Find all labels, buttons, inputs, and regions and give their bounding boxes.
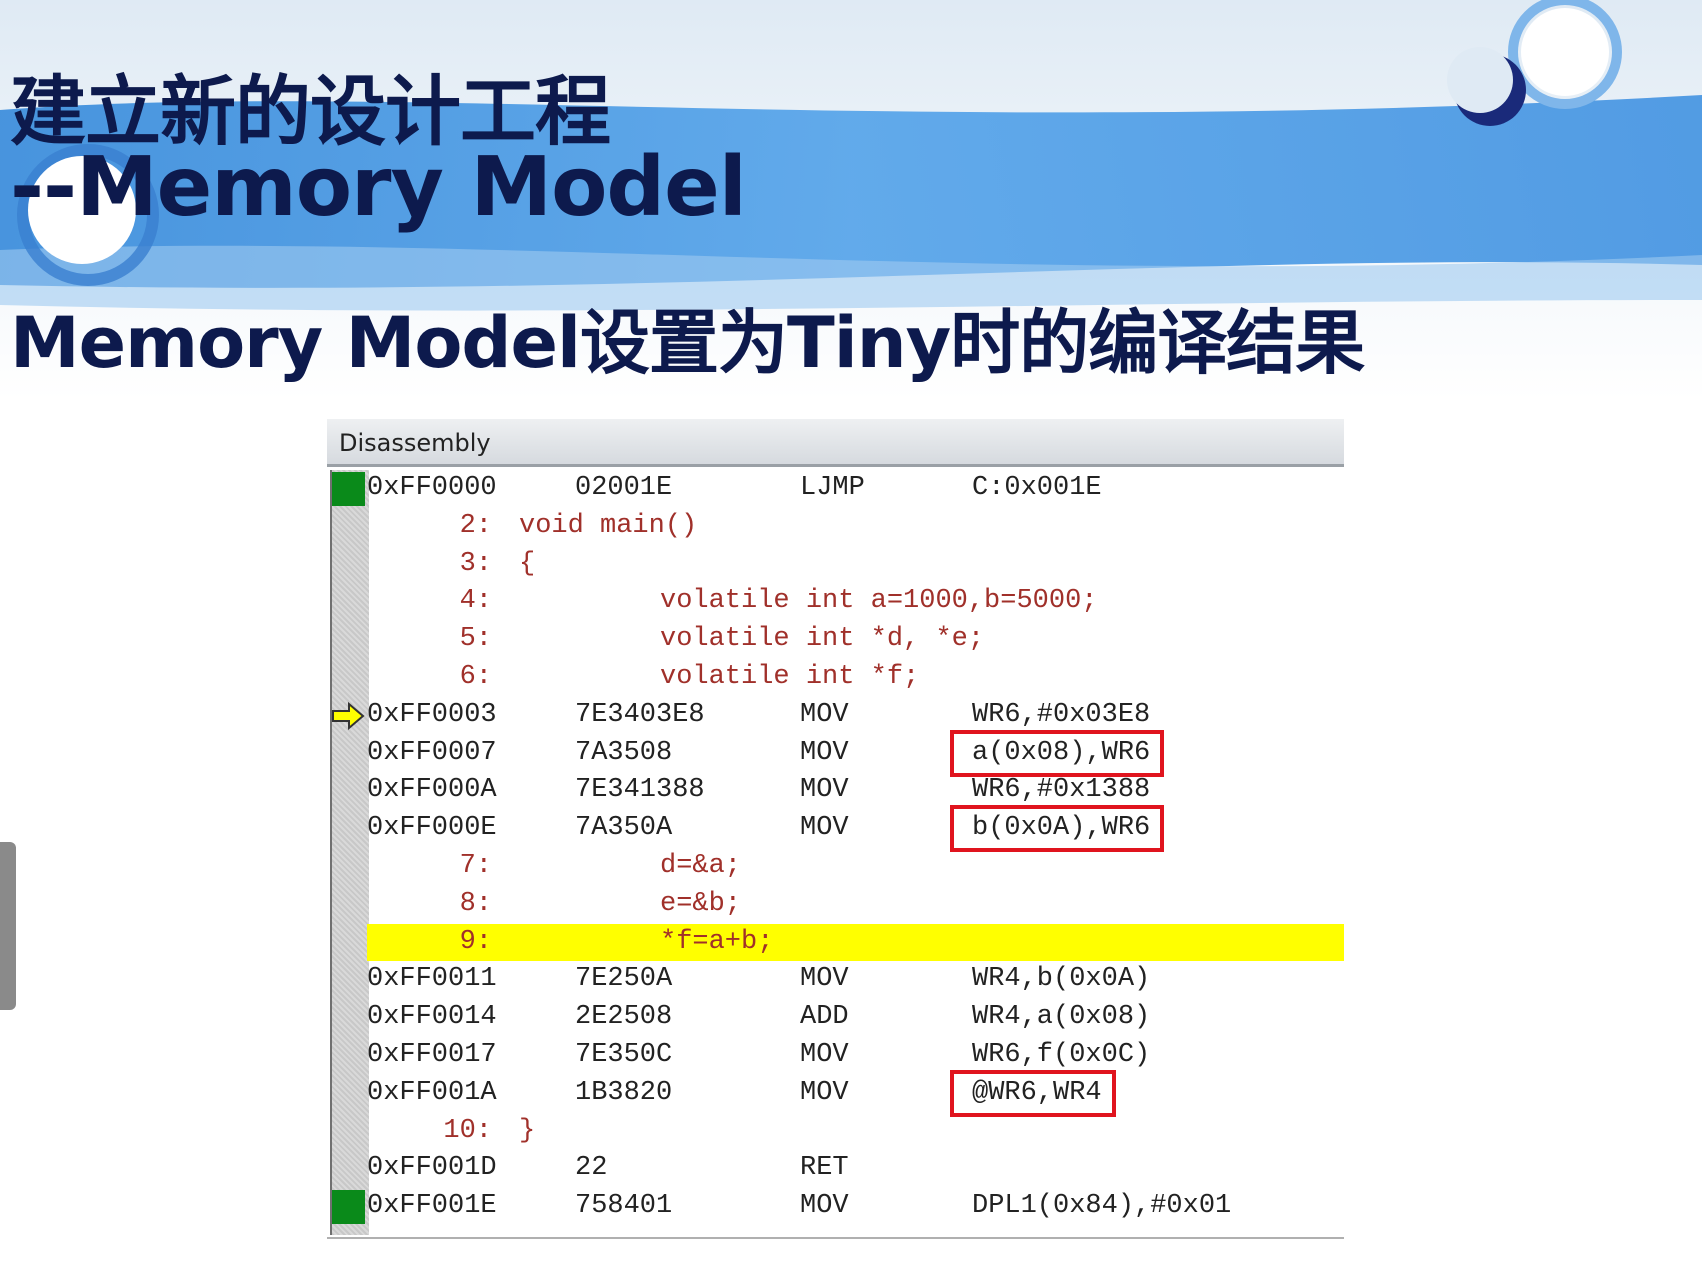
source-line-number: 7: bbox=[459, 850, 492, 881]
source-line-number: 4: bbox=[459, 586, 492, 617]
asm-row[interactable]: 0xFF0017 7E350C MOV WR6,f(0x0C) bbox=[367, 1037, 1344, 1075]
side-scroll-handle[interactable] bbox=[0, 842, 16, 1010]
source-code-text: *f=a+b; bbox=[660, 926, 774, 957]
source-code-text: e=&b; bbox=[660, 888, 742, 919]
asm-mnemonic: MOV bbox=[800, 1077, 849, 1108]
window-bottom-border bbox=[327, 1237, 1344, 1239]
asm-operands: DPL1(0x84),#0x01 bbox=[972, 1191, 1232, 1222]
source-line-number: 5: bbox=[459, 624, 492, 655]
source-row[interactable]: 2: void main() bbox=[367, 508, 1344, 546]
asm-row[interactable]: 0xFF0007 7A3508 MOV a(0x08),WR6 bbox=[367, 729, 1344, 777]
asm-address: 0xFF0011 bbox=[367, 964, 497, 995]
asm-row[interactable]: 0xFF001A 1B3820 MOV @WR6,WR4 bbox=[367, 1069, 1344, 1117]
highlight-box bbox=[950, 805, 1165, 853]
asm-opcode-bytes: 22 bbox=[575, 1153, 608, 1184]
highlight-box bbox=[950, 1069, 1116, 1117]
disassembly-title-bar: Disassembly bbox=[327, 419, 1344, 467]
source-row[interactable]: 8: e=&b; bbox=[367, 886, 1344, 924]
asm-address: 0xFF000E bbox=[367, 813, 497, 844]
asm-row[interactable]: 0xFF000A 7E341388 MOV WR6,#0x1388 bbox=[367, 772, 1344, 810]
asm-row[interactable]: 0xFF001D 22 RET bbox=[367, 1150, 1344, 1188]
asm-mnemonic: MOV bbox=[800, 964, 849, 995]
source-line-number: 8: bbox=[459, 888, 492, 919]
code-coverage-marker bbox=[332, 1190, 365, 1225]
asm-mnemonic: MOV bbox=[800, 1191, 849, 1222]
asm-address: 0xFF000A bbox=[367, 775, 497, 806]
asm-opcode-bytes: 7E250A bbox=[575, 964, 673, 995]
source-row[interactable]: 10:} bbox=[367, 1113, 1344, 1151]
asm-opcode-bytes: 7E341388 bbox=[575, 775, 705, 806]
asm-mnemonic: ADD bbox=[800, 1002, 849, 1033]
asm-mnemonic: MOV bbox=[800, 1039, 849, 1070]
source-line-number: 10: bbox=[443, 1115, 492, 1146]
asm-mnemonic: RET bbox=[800, 1153, 849, 1184]
asm-row[interactable]: 0xFF001E 758401 MOV DPL1(0x84),#0x01 bbox=[332, 1188, 1344, 1226]
slide-subtitle: Memory Model设置为Tiny时的编译结果 bbox=[10, 302, 1365, 384]
source-row[interactable]: 4: volatile int a=1000,b=5000; bbox=[367, 583, 1344, 621]
source-row[interactable]: 9: *f=a+b; bbox=[367, 923, 1344, 962]
source-code-text: } bbox=[519, 1115, 536, 1146]
source-line-number: 9: bbox=[459, 926, 492, 957]
source-row[interactable]: 5: volatile int *d, *e; bbox=[367, 621, 1344, 659]
asm-opcode-bytes: 1B3820 bbox=[575, 1077, 673, 1108]
asm-opcode-bytes: 02001E bbox=[575, 473, 673, 503]
asm-operands: WR4,b(0x0A) bbox=[972, 964, 1151, 995]
disassembly-title: Disassembly bbox=[339, 429, 491, 457]
source-code-text: void main() bbox=[519, 510, 698, 541]
asm-operands: C:0x001E bbox=[972, 473, 1102, 503]
asm-address: 0xFF0007 bbox=[367, 737, 497, 768]
asm-opcode-bytes: 758401 bbox=[575, 1191, 673, 1222]
asm-row[interactable]: 0xFF000E 7A350A MOV b(0x0A),WR6 bbox=[367, 805, 1344, 853]
source-code-text: volatile int *d, *e; bbox=[660, 624, 985, 655]
asm-opcode-bytes: 7E350C bbox=[575, 1039, 673, 1070]
source-code-text: { bbox=[519, 548, 536, 579]
asm-opcode-bytes: 7E3403E8 bbox=[575, 699, 705, 730]
code-coverage-marker bbox=[332, 472, 365, 506]
asm-mnemonic: MOV bbox=[800, 699, 849, 730]
asm-address: 0xFF001A bbox=[367, 1077, 497, 1108]
asm-row[interactable]: 0xFF0000 02001E LJMP C:0x001E bbox=[332, 470, 1344, 508]
breakpoint-gutter[interactable] bbox=[330, 470, 369, 1235]
asm-mnemonic: MOV bbox=[800, 813, 849, 844]
source-row[interactable]: 6: volatile int *f; bbox=[367, 659, 1344, 697]
asm-mnemonic: LJMP bbox=[800, 473, 865, 503]
asm-address: 0xFF001E bbox=[367, 1191, 497, 1222]
source-code-text: d=&a; bbox=[660, 850, 742, 881]
asm-mnemonic: MOV bbox=[800, 737, 849, 768]
source-code-text: volatile int *f; bbox=[660, 661, 920, 692]
source-line-number: 2: bbox=[459, 510, 492, 541]
source-row[interactable]: 3: { bbox=[367, 546, 1344, 584]
asm-address: 0xFF0003 bbox=[367, 699, 497, 730]
disassembly-code-list: 0xFF0000 02001E LJMP C:0x001E 2: void main() 3… bbox=[332, 470, 1344, 1226]
highlight-box bbox=[950, 729, 1165, 777]
asm-opcode-bytes: 7A3508 bbox=[575, 737, 673, 768]
asm-address: 0xFF0000 bbox=[367, 473, 497, 503]
source-line-number: 3: bbox=[459, 548, 492, 579]
asm-opcode-bytes: 7A350A bbox=[575, 813, 673, 844]
current-pc-arrow-icon bbox=[332, 701, 365, 730]
asm-mnemonic: MOV bbox=[800, 775, 849, 806]
asm-row[interactable]: 0xFF0011 7E250A MOV WR4,b(0x0A) bbox=[367, 961, 1344, 999]
asm-row[interactable]: 0xFF0014 2E2508 ADD WR4,a(0x08) bbox=[367, 999, 1344, 1037]
slide-title-line2: --Memory Model bbox=[10, 140, 747, 235]
source-line-number: 6: bbox=[459, 661, 492, 692]
source-code-text: volatile int a=1000,b=5000; bbox=[660, 586, 1098, 617]
disassembly-window: Disassembly 0xFF0000 02001E LJMP C:0x001E 2:… bbox=[327, 419, 1344, 1239]
asm-opcode-bytes: 2E2508 bbox=[575, 1002, 673, 1033]
asm-address: 0xFF0017 bbox=[367, 1039, 497, 1070]
asm-address: 0xFF001D bbox=[367, 1153, 497, 1184]
asm-operands: WR4,a(0x08) bbox=[972, 1002, 1151, 1033]
asm-address: 0xFF0014 bbox=[367, 1002, 497, 1033]
asm-row[interactable]: 0xFF0003 7E3403E8 MOV WR6,#0x03E8 bbox=[332, 697, 1344, 735]
source-row[interactable]: 7: d=&a; bbox=[367, 848, 1344, 886]
